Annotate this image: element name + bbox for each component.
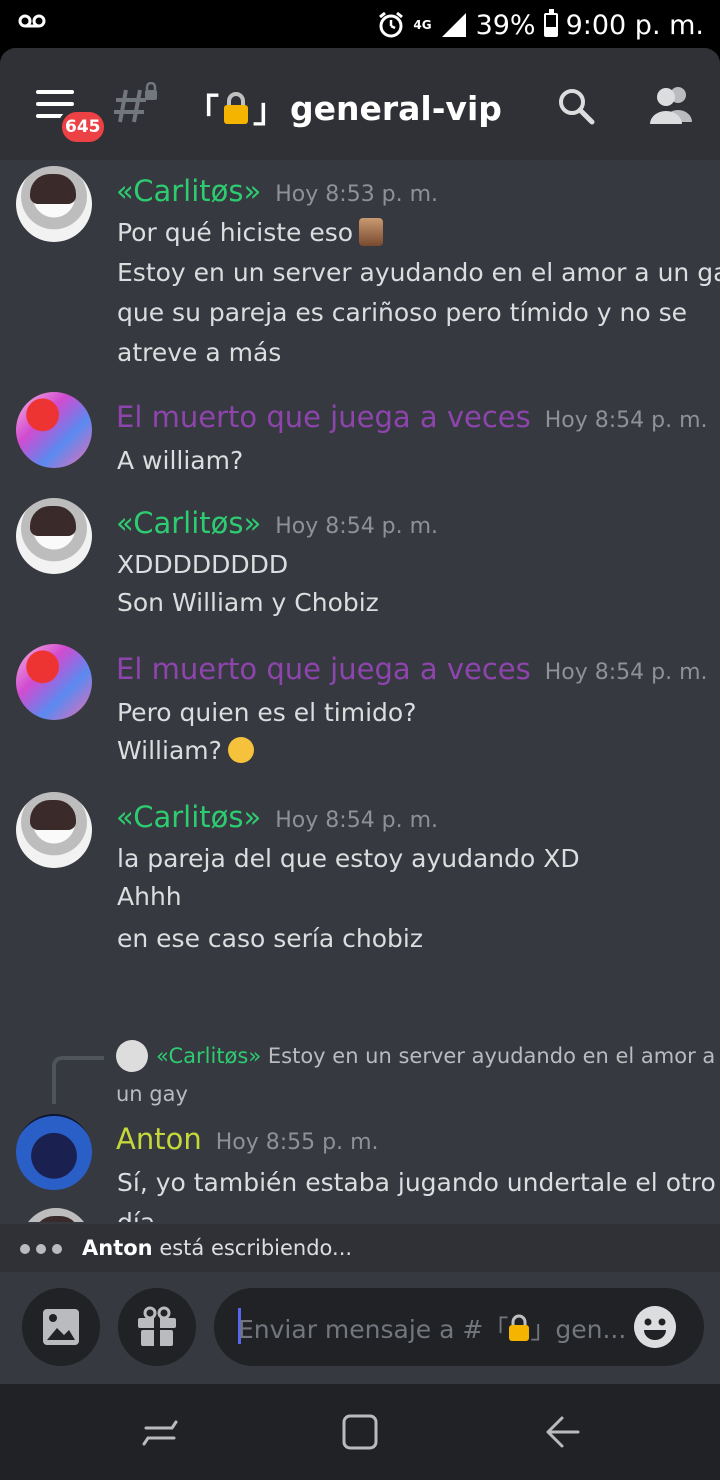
lock-emoji-icon [224, 92, 248, 124]
avatar[interactable] [16, 1114, 92, 1190]
timestamp: Hoy 8:54 p. m. [275, 808, 439, 833]
avatar[interactable] [20, 1208, 92, 1222]
message-line: día [117, 1208, 155, 1222]
recents-icon[interactable] [138, 1412, 182, 1452]
message-line: XDDDDDDDD [117, 550, 289, 579]
message-line: A william? [117, 446, 244, 475]
message-header: El muerto que juega a veces Hoy 8:54 p. … [116, 400, 708, 434]
message-line: Por qué hiciste eso [117, 218, 384, 247]
image-icon [43, 1309, 79, 1345]
gift-button[interactable] [118, 1288, 196, 1366]
username[interactable]: «Carlitøs» [116, 800, 261, 834]
back-icon[interactable] [540, 1412, 584, 1452]
message-line: atreve a más [117, 338, 282, 367]
system-nav-bar [0, 1384, 720, 1480]
members-icon[interactable] [650, 84, 694, 124]
timestamp: Hoy 8:53 p. m. [275, 182, 439, 207]
emoji-picker-icon[interactable] [634, 1306, 676, 1348]
channel-name: general-vip [290, 88, 502, 128]
message-line: Pero quien es el timido? [117, 698, 417, 727]
app-window: 645 「 」 general-vip «Carlitøs» Hoy 8:53 … [0, 48, 720, 1384]
lock-emoji-icon [509, 1314, 530, 1341]
message-placeholder: Enviar mensaje a #「 」gen... [238, 1314, 627, 1344]
message-header: «Carlitøs» Hoy 8:53 p. m. [116, 174, 438, 208]
username[interactable]: «Carlitøs» [116, 506, 261, 540]
message-list[interactable]: «Carlitøs» Hoy 8:53 p. m. Por qué hicist… [0, 160, 720, 1222]
voicemail-icon [18, 14, 46, 28]
composer: Enviar mensaje a #「 」gen... [0, 1272, 720, 1384]
message-line: Estoy en un server ayudando en el amor a… [117, 258, 720, 287]
channel-bracket-open: 「 [186, 91, 219, 130]
attach-image-button[interactable] [22, 1288, 100, 1366]
message-header: Anton Hoy 8:55 p. m. [116, 1122, 379, 1156]
battery-percent: 39% [475, 9, 536, 41]
timestamp: Hoy 8:54 p. m. [275, 514, 439, 539]
username[interactable]: Anton [116, 1122, 202, 1156]
reply-connector [52, 1056, 104, 1104]
typing-user: Anton [82, 1236, 153, 1260]
signal-icon [441, 13, 466, 37]
battery-icon [543, 9, 558, 37]
avatar[interactable] [16, 498, 92, 574]
status-bar: 4G 39% 9:00 p. m. [0, 0, 720, 50]
username[interactable]: «Carlitøs» [116, 174, 261, 208]
message-line: William? [117, 736, 254, 765]
channel-bracket-close: 」 [253, 91, 286, 130]
channel-title: 「 」 general-vip [186, 84, 502, 132]
message-line: Son William y Chobiz [117, 588, 379, 617]
avatar[interactable] [16, 166, 92, 242]
message-line: Sí, yo también estaba jugando undertale … [117, 1168, 716, 1197]
search-icon[interactable] [556, 86, 596, 126]
message-header: «Carlitøs» Hoy 8:54 p. m. [116, 800, 438, 834]
menu-icon [36, 90, 74, 94]
avatar[interactable] [16, 644, 92, 720]
message-line: Ahhh [117, 882, 182, 911]
message-header: El muerto que juega a veces Hoy 8:54 p. … [116, 652, 708, 686]
alarm-icon [379, 11, 404, 38]
typing-dots-icon [20, 1244, 62, 1254]
message-line: que su pareja es cariñoso pero tímido y … [117, 298, 688, 327]
message-input[interactable]: Enviar mensaje a #「 」gen... [214, 1288, 704, 1366]
timestamp: Hoy 8:54 p. m. [544, 660, 708, 685]
home-icon[interactable] [338, 1412, 382, 1452]
channel-header: 645 「 」 general-vip [0, 48, 720, 160]
reply-preview-cont: un gay [116, 1082, 188, 1106]
avatar[interactable] [16, 392, 92, 468]
message-header: «Carlitøs» Hoy 8:54 p. m. [116, 506, 438, 540]
clock: 9:00 p. m. [565, 9, 704, 41]
network-type: 4G [413, 17, 432, 32]
locked-channel-icon [114, 82, 157, 123]
message-line: la pareja del que estoy ayudando XD [117, 844, 580, 873]
reply-avatar [116, 1040, 148, 1072]
thinking-face-icon [227, 737, 254, 763]
gift-icon [138, 1306, 176, 1346]
unread-badge: 645 [58, 108, 108, 146]
typing-text: está escribiendo... [159, 1236, 353, 1260]
timestamp: Hoy 8:54 p. m. [544, 408, 708, 433]
custom-emoji-icon [359, 218, 384, 246]
message-line: en ese caso sería chobiz [117, 924, 423, 953]
typing-indicator: Anton está escribiendo... [0, 1224, 720, 1272]
avatar[interactable] [16, 792, 92, 868]
username[interactable]: El muerto que juega a veces [116, 652, 531, 686]
reply-preview[interactable]: «Carlitøs» Estoy en un server ayudando e… [156, 1044, 715, 1068]
timestamp: Hoy 8:55 p. m. [215, 1130, 379, 1155]
username[interactable]: El muerto que juega a veces [116, 400, 531, 434]
